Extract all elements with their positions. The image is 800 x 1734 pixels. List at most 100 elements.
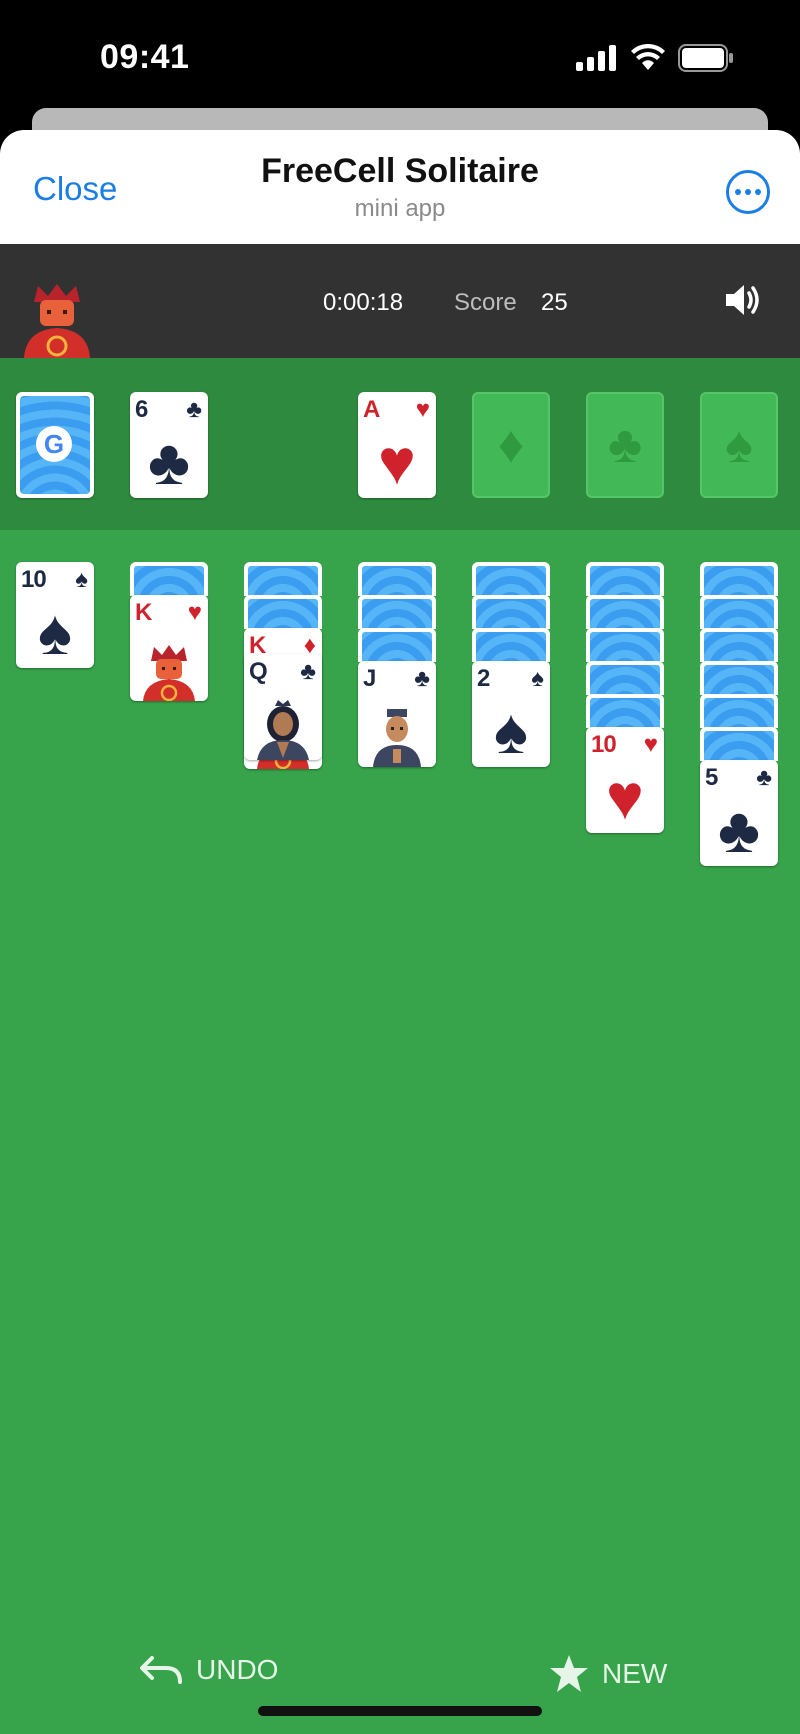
waste-card[interactable]: 6 ♣ ♣ xyxy=(130,392,208,498)
score-value: 25 xyxy=(541,289,568,316)
card-rank: 5 xyxy=(705,764,718,791)
card-suit-large-icon: ♥ xyxy=(378,426,416,498)
face-down-card xyxy=(472,595,550,629)
card-suit-icon: ♣ xyxy=(756,764,772,791)
face-down-card xyxy=(700,694,778,728)
playing-card[interactable]: 2 ♠ ♠ xyxy=(472,661,550,767)
card-suit-icon: ♥ xyxy=(643,731,658,758)
card-suit-icon: ♠ xyxy=(75,566,88,593)
card-back-pattern xyxy=(590,599,660,629)
card-back-pattern xyxy=(476,632,546,662)
card-back-pattern xyxy=(704,599,774,629)
face-down-card xyxy=(586,595,664,629)
card-suit-icon: ♠ xyxy=(531,665,544,692)
card-suit-large-icon: ♣ xyxy=(718,794,760,866)
face-down-card xyxy=(700,661,778,695)
card-back-pattern xyxy=(590,665,660,695)
home-indicator xyxy=(258,1706,542,1716)
card-face-art xyxy=(130,643,208,701)
face-down-card xyxy=(244,562,322,596)
queen-face-art xyxy=(257,700,309,760)
card-rank: 10 xyxy=(21,566,47,593)
card-back-pattern xyxy=(704,665,774,695)
undo-icon xyxy=(140,1656,182,1684)
wifi-icon xyxy=(631,44,665,70)
status-bar: 09:41 xyxy=(0,0,800,110)
foundation-hearts[interactable]: A ♥ ♥ xyxy=(358,392,436,498)
status-time: 09:41 xyxy=(100,38,190,76)
status-icons xyxy=(576,44,734,72)
playing-card[interactable]: 5 ♣ ♣ xyxy=(700,760,778,866)
card-back-pattern xyxy=(704,566,774,596)
card-back-pattern xyxy=(362,599,432,629)
card-back-pattern xyxy=(704,698,774,728)
card-back-pattern xyxy=(248,566,318,596)
more-options-button[interactable] xyxy=(726,170,770,214)
face-down-card xyxy=(358,595,436,629)
undo-label: UNDO xyxy=(196,1654,279,1685)
card-rank: 6 xyxy=(135,396,148,423)
google-logo-icon: G xyxy=(36,426,72,462)
top-row: G 6 ♣ ♣ A ♥ ♥ ♦ ♣ ♠ xyxy=(0,358,800,530)
card-back-pattern xyxy=(590,566,660,596)
new-game-button[interactable]: NEW xyxy=(548,1654,667,1694)
face-down-card xyxy=(244,595,322,629)
face-down-card xyxy=(586,562,664,596)
card-face-art xyxy=(358,709,436,767)
battery-icon xyxy=(678,44,733,72)
game-timer: 0:00:18 xyxy=(323,289,404,316)
tableau: 10 ♠ ♠ K ♥ K ♦ Q ♣ J ♣ 2 ♠ ♠ 10 ♥ ♥ 5 ♣ ♣ xyxy=(0,530,800,1734)
card-rank: J xyxy=(363,665,376,692)
card-rank: Q xyxy=(249,658,268,685)
face-down-card xyxy=(472,562,550,596)
foundation-diamonds-slot[interactable]: ♦ xyxy=(472,392,550,498)
card-back-pattern xyxy=(362,632,432,662)
face-down-card xyxy=(700,628,778,662)
card-suit-large-icon: ♠ xyxy=(494,695,528,767)
face-down-card xyxy=(586,661,664,695)
card-suit-icon: ♣ xyxy=(186,396,202,423)
star-icon xyxy=(550,1655,588,1692)
card-rank: 10 xyxy=(591,731,617,758)
card-rank: K xyxy=(135,599,152,626)
playing-card[interactable]: Q ♣ xyxy=(244,654,322,760)
playing-card[interactable]: K ♥ xyxy=(130,595,208,701)
card-back-pattern xyxy=(248,599,318,629)
playing-card[interactable]: 10 ♥ ♥ xyxy=(586,727,664,833)
player-avatar-icon[interactable] xyxy=(20,280,94,358)
card-back-pattern xyxy=(704,632,774,662)
playing-card[interactable]: 10 ♠ ♠ xyxy=(16,562,94,668)
card-suit-icon: ♥ xyxy=(187,599,202,626)
king-face-art xyxy=(143,645,195,701)
foundation-spades-slot[interactable]: ♠ xyxy=(700,392,778,498)
foundation-clubs-slot[interactable]: ♣ xyxy=(586,392,664,498)
face-down-card xyxy=(700,595,778,629)
card-back-pattern xyxy=(476,566,546,596)
face-down-card xyxy=(358,562,436,596)
face-down-card xyxy=(586,694,664,728)
card-suit-large-icon: ♥ xyxy=(606,761,644,833)
card-rank: A xyxy=(363,396,380,423)
more-dot xyxy=(735,189,741,195)
mini-app-header: Close FreeCell Solitaire mini app xyxy=(0,130,800,244)
more-dot xyxy=(745,189,751,195)
card-back-pattern xyxy=(134,566,204,596)
card-rank: 2 xyxy=(477,665,490,692)
card-back-pattern xyxy=(704,731,774,761)
card-back-pattern xyxy=(590,632,660,662)
card-back-pattern xyxy=(590,698,660,728)
card-face-art xyxy=(244,700,322,760)
card-suit-icon: ♥ xyxy=(415,396,430,423)
title-block: FreeCell Solitaire mini app xyxy=(0,152,800,223)
face-down-card xyxy=(472,628,550,662)
undo-button[interactable]: UNDO xyxy=(140,1654,278,1686)
sound-icon[interactable] xyxy=(722,280,762,320)
face-down-card xyxy=(358,628,436,662)
score-label: Score xyxy=(454,289,517,316)
card-suit-icon: ♣ xyxy=(300,658,316,685)
cellular-signal-icon xyxy=(576,45,616,71)
playing-card[interactable]: J ♣ xyxy=(358,661,436,767)
face-down-card xyxy=(700,562,778,596)
stock-pile[interactable]: G xyxy=(16,392,94,498)
face-down-card xyxy=(700,727,778,761)
